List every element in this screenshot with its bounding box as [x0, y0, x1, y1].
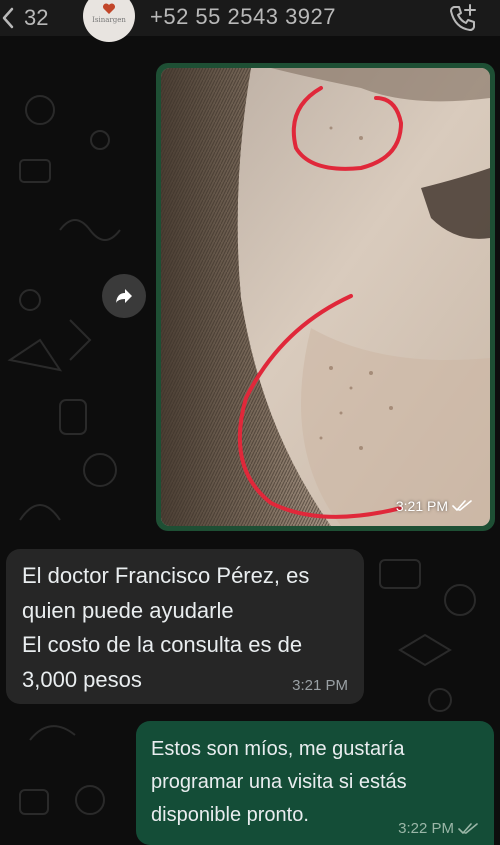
avatar-brand-text: Isinargen: [92, 16, 126, 24]
double-check-icon: [452, 500, 472, 511]
forward-arrow-icon: [116, 289, 132, 303]
message-line: El costo de la consulta es de: [22, 632, 303, 657]
chevron-left-icon: [2, 7, 14, 29]
message-timestamp: 3:21 PM: [292, 677, 348, 694]
incoming-message[interactable]: El doctor Francisco Pérez, es quien pued…: [6, 549, 364, 704]
phone-plus-icon: [450, 4, 476, 31]
message-line: quien puede ayudarle: [22, 597, 234, 623]
call-button[interactable]: [447, 2, 479, 34]
photo-attachment[interactable]: 3:21 PM: [161, 68, 490, 526]
unread-count: 32: [24, 5, 49, 30]
message-line: programar una visita si estás: [151, 771, 407, 793]
image-timestamp: 3:21 PM: [396, 498, 472, 514]
outgoing-message[interactable]: Estos son míos, me gustaría programar un…: [136, 721, 494, 845]
double-check-icon: [458, 822, 478, 834]
message-line: El doctor Francisco Pérez, es: [22, 563, 310, 588]
chat-header: 32 Isinargen +52 55 2543 3927: [0, 0, 500, 42]
message-line: Estos son míos, me gustaría: [151, 738, 405, 760]
image-message[interactable]: 3:21 PM: [156, 63, 495, 531]
face-photo: [161, 68, 490, 526]
forward-button[interactable]: [102, 274, 146, 318]
contact-title[interactable]: +52 55 2543 3927: [150, 4, 336, 30]
heart-logo-icon: [102, 3, 116, 14]
message-timestamp: 3:22 PM: [398, 820, 478, 837]
contact-avatar[interactable]: Isinargen: [83, 0, 135, 42]
back-button[interactable]: 32: [0, 0, 62, 36]
